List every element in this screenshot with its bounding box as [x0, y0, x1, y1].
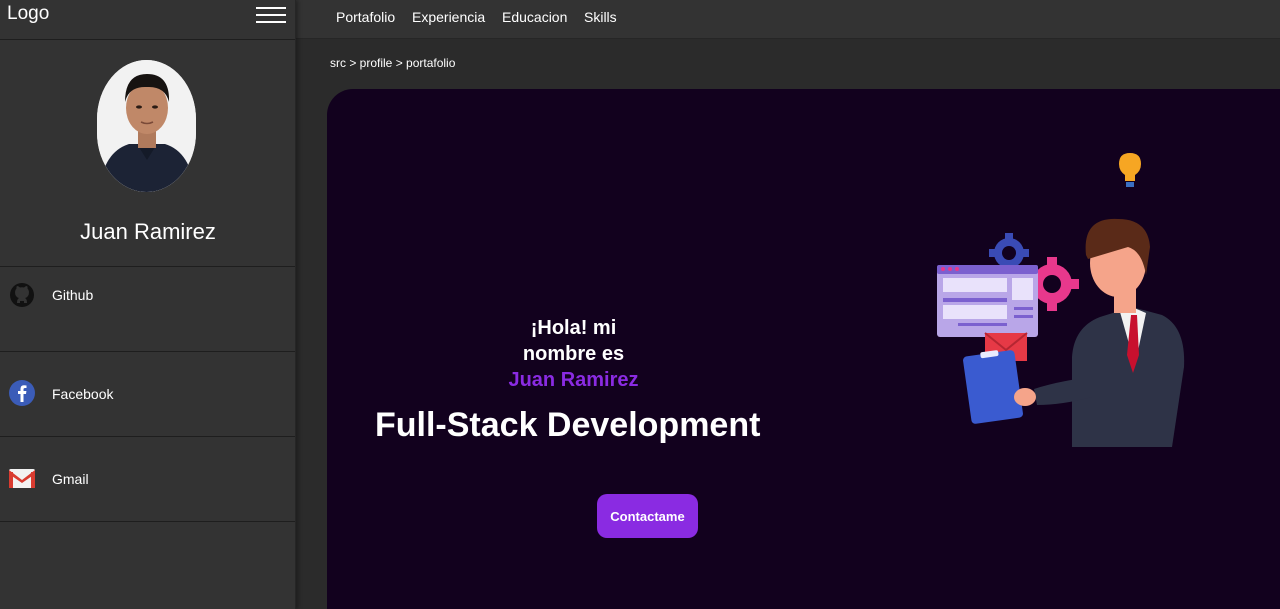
profile-card: Juan Ramirez [0, 40, 295, 267]
greeting-line-1: ¡Hola! mi [530, 317, 617, 339]
profile-name: Juan Ramirez [80, 219, 216, 244]
social-label-gmail: Gmail [52, 471, 89, 487]
contact-button[interactable]: Contactame [597, 494, 698, 538]
hero-greeting: ¡Hola! mi nombre es Juan Ramirez [476, 315, 671, 393]
social-link-github[interactable]: Github [0, 267, 295, 352]
nav-link-educacion[interactable]: Educacion [502, 9, 567, 25]
sidebar: Logo Juan Ramirez Github Facebook Gmail [0, 0, 296, 609]
avatar [97, 60, 196, 192]
nav-link-portafolio[interactable]: Portafolio [336, 9, 395, 25]
hero-section: ¡Hola! mi nombre es Juan Ramirez Full-St… [327, 89, 1280, 609]
nav-link-experiencia[interactable]: Experiencia [412, 9, 485, 25]
developer-illustration [937, 153, 1185, 447]
hero-name: Juan Ramirez [508, 369, 639, 391]
menu-icon[interactable] [256, 7, 286, 25]
sidebar-header: Logo [0, 0, 295, 40]
greeting-line-2: nombre es [522, 343, 625, 365]
github-icon [10, 283, 34, 307]
social-link-gmail[interactable]: Gmail [0, 437, 295, 522]
social-link-facebook[interactable]: Facebook [0, 352, 295, 437]
nav-link-skills[interactable]: Skills [584, 9, 617, 25]
social-label-facebook: Facebook [52, 386, 114, 402]
facebook-icon [9, 380, 35, 406]
breadcrumb: src > profile > portafolio [330, 56, 456, 70]
hero-role: Full-Stack Development [375, 406, 761, 444]
top-nav: Portafolio Experiencia Educacion Skills [296, 0, 1280, 39]
logo[interactable]: Logo [7, 3, 49, 25]
gmail-icon [9, 469, 35, 488]
social-label-github: Github [52, 287, 94, 303]
profile-photo [97, 60, 196, 192]
